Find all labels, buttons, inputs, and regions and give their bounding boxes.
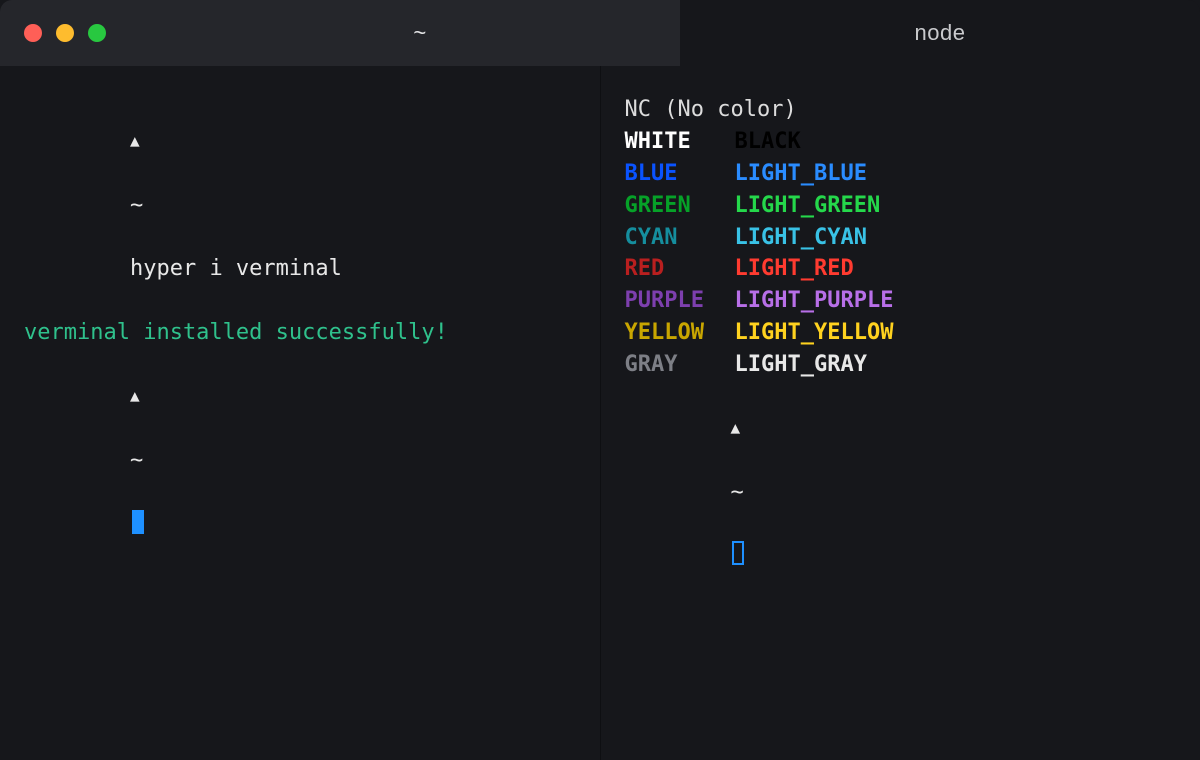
color-row: YELLOWLIGHT_YELLOW <box>625 317 1177 349</box>
tab-bar: ~ node <box>160 0 1200 66</box>
color-name: LIGHT_YELLOW <box>735 317 894 349</box>
color-row: CYANLIGHT_CYAN <box>625 222 1177 254</box>
tab-node[interactable]: node <box>680 0 1200 66</box>
close-icon[interactable] <box>24 24 42 42</box>
color-name: LIGHT_BLUE <box>735 158 867 190</box>
prompt-line: ▲ ~ <box>625 381 1177 604</box>
color-name: CYAN <box>625 222 735 254</box>
color-name: YELLOW <box>625 317 735 349</box>
color-name: RED <box>625 253 735 285</box>
color-row: GREENLIGHT_GREEN <box>625 190 1177 222</box>
color-row: PURPLELIGHT_PURPLE <box>625 285 1177 317</box>
prompt-path: ~ <box>130 445 143 477</box>
color-table: WHITEBLACKBLUELIGHT_BLUEGREENLIGHT_GREEN… <box>625 126 1177 381</box>
prompt-path: ~ <box>130 190 143 222</box>
color-name: GREEN <box>625 190 735 222</box>
titlebar: ~ node <box>0 0 1200 66</box>
color-name: WHITE <box>625 126 735 158</box>
prompt-symbol-icon: ▲ <box>730 416 740 439</box>
color-name: PURPLE <box>625 285 735 317</box>
color-name: BLUE <box>625 158 735 190</box>
split-panes: ▲ ~ hyper i verminal verminal installed … <box>0 66 1200 760</box>
prompt-line: ▲ ~ hyper i verminal <box>24 94 576 317</box>
zoom-icon[interactable] <box>88 24 106 42</box>
color-name: LIGHT_RED <box>735 253 854 285</box>
color-name: LIGHT_CYAN <box>735 222 867 254</box>
color-name: LIGHT_GRAY <box>735 349 867 381</box>
color-row: REDLIGHT_RED <box>625 253 1177 285</box>
pane-right[interactable]: NC (No color) WHITEBLACKBLUELIGHT_BLUEGR… <box>601 66 1200 760</box>
terminal-window: ~ node ▲ ~ hyper i verminal verminal ins… <box>0 0 1200 760</box>
output-success: verminal installed successfully! <box>24 317 576 349</box>
prompt-symbol-icon: ▲ <box>130 384 140 407</box>
cursor-icon <box>732 541 744 565</box>
window-controls <box>0 0 160 66</box>
color-name: BLACK <box>735 126 801 158</box>
cursor-icon <box>132 510 144 534</box>
color-row: BLUELIGHT_BLUE <box>625 158 1177 190</box>
prompt-line: ▲ ~ <box>24 349 576 572</box>
command-text: hyper i verminal <box>130 256 342 281</box>
minimize-icon[interactable] <box>56 24 74 42</box>
color-row: GRAYLIGHT_GRAY <box>625 349 1177 381</box>
prompt-symbol-icon: ▲ <box>130 129 140 152</box>
prompt-path: ~ <box>730 477 743 509</box>
color-header: NC (No color) <box>625 94 1177 126</box>
pane-left[interactable]: ▲ ~ hyper i verminal verminal installed … <box>0 66 601 760</box>
color-row: WHITEBLACK <box>625 126 1177 158</box>
color-name: GRAY <box>625 349 735 381</box>
tab-home[interactable]: ~ <box>160 0 680 66</box>
color-name: LIGHT_GREEN <box>735 190 881 222</box>
color-name: LIGHT_PURPLE <box>735 285 894 317</box>
